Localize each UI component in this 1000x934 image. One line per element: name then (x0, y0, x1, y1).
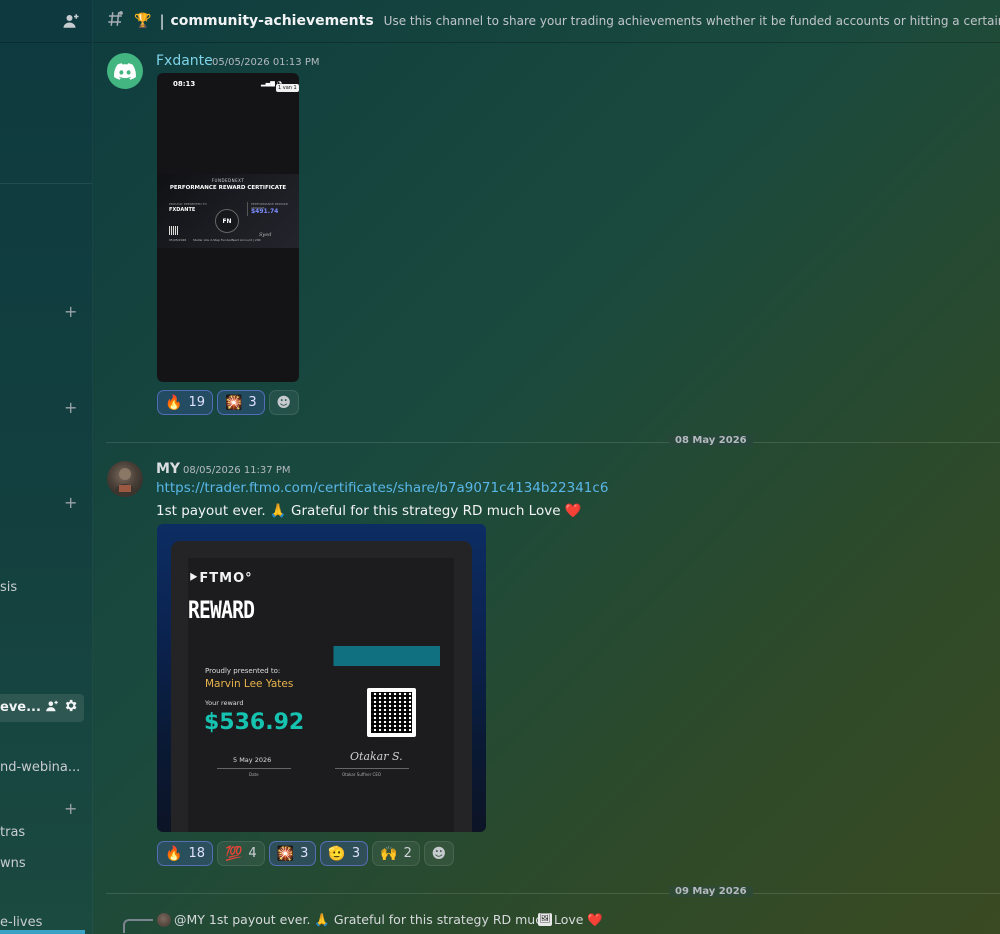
cert-date: 05/05/2026 (169, 238, 187, 242)
discord-icon (114, 62, 136, 80)
header-divider: | (159, 12, 165, 30)
category-add-button[interactable]: + (64, 799, 77, 818)
cert-presented: PROUDLY PRESENTED TO (169, 202, 207, 206)
sidebar-item-breakdowns[interactable]: wns (0, 856, 26, 871)
smiley-icon: ☻ (431, 845, 447, 862)
category-add-button[interactable]: + (64, 493, 77, 512)
image-icon: 🖼 (538, 913, 552, 926)
date-divider: 08 May 2026 (106, 435, 1000, 449)
channel-hash-icon (106, 10, 124, 33)
message-timestamp: 08/05/2026 11:37 PM (183, 465, 291, 476)
reply-connector (123, 919, 153, 933)
reaction-raised-hands[interactable]: 🙌 2 (372, 841, 420, 866)
qr-code-icon (169, 226, 178, 235)
category-add-button[interactable]: + (64, 398, 77, 417)
cert-account: Stellar Lite 2-Step FundedNext Account |… (193, 238, 261, 242)
phone-time: 08:13 (173, 80, 196, 88)
cert-title: PERFORMANCE REWARD CERTIFICATE (169, 185, 287, 191)
cert-date-label: Date (249, 772, 259, 777)
avatar[interactable] (107, 53, 143, 89)
username[interactable]: MY (156, 461, 180, 477)
message-timestamp: 05/05/2026 01:13 PM (212, 57, 320, 68)
cert-signature: Syed (259, 232, 272, 238)
attachment-image[interactable]: 08:13 ▂▄▆ ◔ 1 van 1 FUNDEDNEXT PERFORMAN… (157, 73, 299, 382)
cert-amount-label: Your reward (205, 699, 244, 707)
reaction-hundred[interactable]: 💯 4 (216, 841, 265, 866)
category-add-button[interactable]: + (64, 302, 77, 321)
reply-avatar (157, 913, 171, 927)
cert-date: 5 May 2026 (233, 756, 272, 764)
sidebar-item-analysis[interactable]: sis (0, 580, 17, 595)
channel-header: 🏆 | community-achievements Use this chan… (94, 0, 1000, 43)
message-text: 1st payout ever. 🙏 Grateful for this str… (156, 503, 582, 519)
reaction-fire[interactable]: 🔥 19 (157, 390, 213, 415)
cert-amount: $536.92 (204, 710, 305, 735)
avatar[interactable] (107, 461, 143, 497)
sidebar-bottom-indicator (0, 930, 85, 934)
reaction-bar: 🔥 18 💯 4 🎇 3 🫡 3 🙌 2 ☻ (157, 841, 454, 866)
cert-divider (247, 202, 248, 216)
reaction-fire[interactable]: 🔥 18 (157, 841, 213, 866)
sidebar-item-active-channel[interactable]: eve... (0, 694, 84, 722)
qr-code-icon (367, 688, 416, 737)
cert-name: FXDANTE (169, 207, 196, 213)
invite-icon[interactable] (45, 699, 59, 717)
cert-brand: FUNDEDNEXT (211, 178, 245, 183)
trophy-icon: 🏆 (134, 13, 152, 29)
cert-signature: Otakar S. (350, 750, 403, 763)
certificate: FUNDEDNEXT PERFORMANCE REWARD CERTIFICAT… (157, 174, 299, 248)
add-user-icon[interactable] (62, 12, 80, 30)
reaction-sparkler[interactable]: 🎇 3 (268, 841, 317, 866)
sidebar-item-label: eve... (0, 700, 41, 715)
add-reaction-button[interactable]: ☻ (423, 841, 454, 866)
sidebar-item-webinars[interactable]: nd-webina... (0, 760, 80, 775)
message-link[interactable]: https://trader.ftmo.com/certificates/sha… (156, 480, 608, 496)
sidebar-item-lives[interactable]: e-lives (0, 915, 42, 930)
cert-presented: Proudly presented to: (205, 667, 281, 675)
attachment-image[interactable]: ⯈FTMO° REWARD Proudly presented to: Marv… (157, 524, 486, 832)
channel-topic[interactable]: Use this channel to share your trading a… (384, 14, 1000, 28)
reply-preview[interactable]: @MY 1st payout ever. 🙏 Grateful for this… (120, 912, 1000, 934)
cert-signature-label: Otakar Suffner CEO (342, 772, 381, 777)
reaction-sparkler[interactable]: 🎇 3 (216, 390, 265, 415)
sidebar-item-extras[interactable]: tras (0, 825, 25, 840)
cert-title: REWARD (188, 596, 255, 624)
channel-sidebar: + + + + sis eve... nd-webina... tras wns… (0, 0, 93, 934)
reaction-salute[interactable]: 🫡 3 (320, 841, 369, 866)
cert-logo: FN (215, 209, 239, 233)
smiley-icon: ☻ (276, 394, 291, 411)
cert-band (174, 646, 440, 666)
sidebar-header (0, 0, 92, 43)
page-indicator: 1 van 1 (276, 84, 299, 92)
add-reaction-button[interactable]: ☻ (268, 390, 299, 415)
cert-amount: $491.74 (251, 208, 279, 215)
gear-icon[interactable] (63, 698, 78, 717)
channel-name: community-achievements (170, 13, 374, 29)
username[interactable]: Fxdante (156, 53, 213, 69)
reaction-bar: 🔥 19 🎇 3 ☻ (157, 390, 299, 415)
date-divider: 09 May 2026 (106, 886, 1000, 900)
ftmo-logo: ⯈FTMO° (188, 571, 253, 586)
cert-name: Marvin Lee Yates (205, 678, 294, 690)
sidebar-divider (0, 183, 92, 184)
